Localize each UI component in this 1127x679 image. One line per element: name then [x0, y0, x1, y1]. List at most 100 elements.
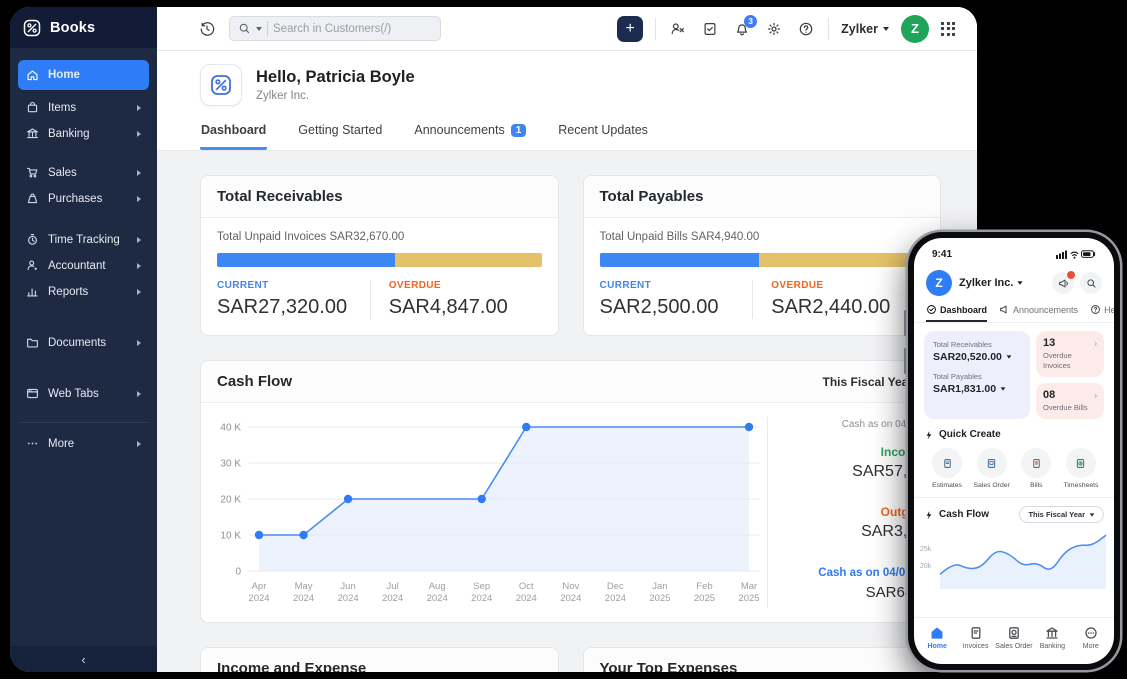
quick-create-bills[interactable]: Bills [1015, 448, 1057, 489]
gear-icon [766, 21, 782, 37]
phone-nav-more[interactable]: More [1072, 626, 1110, 650]
org-logo-box [200, 64, 242, 106]
submenu-arrow-icon [137, 170, 141, 176]
phone-announcements-button[interactable] [1052, 272, 1074, 294]
refer-users-button[interactable] [668, 19, 688, 39]
quick-create-button[interactable]: + [617, 16, 643, 42]
quick-create-timesheets[interactable]: Timesheets [1060, 448, 1102, 489]
bank-icon [1045, 626, 1059, 640]
svg-text:2025: 2025 [649, 593, 670, 604]
sidebar-item-banking[interactable]: Banking [18, 121, 149, 146]
overdue-bills-label: Overdue Bills [1043, 403, 1097, 413]
folder-icon [26, 336, 39, 349]
tab-recent-updates[interactable]: Recent Updates [557, 114, 649, 150]
svg-text:2024: 2024 [560, 593, 581, 604]
overdue-invoices-card[interactable]: 13 › Overdue Invoices [1036, 331, 1104, 377]
current-label: CURRENT [600, 280, 753, 291]
search-box[interactable] [229, 16, 441, 41]
sidebar-header: Books [10, 7, 157, 48]
collapse-chevron-icon: ‹ [81, 652, 85, 667]
search-separator [267, 21, 268, 36]
receivables-value-dropdown[interactable]: SAR20,520.00 [933, 351, 1021, 363]
phone-search-button[interactable] [1080, 272, 1102, 294]
accountant-icon [26, 259, 39, 272]
sidebar-item-sales[interactable]: Sales [18, 160, 149, 185]
sidebar-item-reports[interactable]: Reports [18, 279, 149, 304]
phone-fiscal-year-dropdown[interactable]: This Fiscal Year [1019, 506, 1104, 523]
notifications-button[interactable]: 3 [732, 19, 752, 39]
search-input[interactable] [273, 23, 432, 35]
pouch-icon [26, 192, 39, 205]
timesheet-icon [1075, 458, 1086, 469]
svg-text:2024: 2024 [516, 593, 537, 604]
phone-nav-home[interactable]: Home [918, 626, 956, 650]
svg-text:25k: 25k [920, 546, 932, 553]
organization-dropdown[interactable]: Zylker [841, 22, 889, 36]
phone-nav-invoices[interactable]: Invoices [957, 626, 995, 650]
sidebar-item-documents[interactable]: Documents [18, 330, 149, 355]
megaphone-icon [1058, 278, 1069, 289]
svg-text:Aug: Aug [429, 581, 446, 592]
dashboard-content: Total Receivables Total Unpaid Invoices … [157, 151, 977, 672]
user-avatar[interactable]: Z [901, 15, 929, 43]
sidebar-item-more[interactable]: More [18, 431, 149, 456]
payables-progress-bar [600, 253, 925, 267]
svg-text:40 K: 40 K [220, 423, 241, 434]
sidebar-item-label: Accountant [48, 260, 106, 272]
payables-value-dropdown[interactable]: SAR1,831.00 [933, 383, 1021, 395]
sidebar-item-home[interactable]: Home [18, 60, 149, 90]
phone-summary-cards: Total Receivables SAR20,520.00 Total Pay… [914, 323, 1114, 425]
clipboard-check-icon [702, 21, 718, 37]
tab-getting-started[interactable]: Getting Started [297, 114, 383, 150]
lightning-icon [924, 510, 934, 520]
chevron-right-icon: › [1094, 391, 1097, 400]
svg-text:2024: 2024 [382, 593, 403, 604]
tab-announcements[interactable]: Announcements 1 [413, 114, 527, 150]
sidebar-item-accountant[interactable]: Accountant [18, 253, 149, 278]
svg-text:Nov: Nov [562, 581, 579, 592]
sidebar-item-purchases[interactable]: Purchases [18, 186, 149, 211]
svg-text:Jun: Jun [340, 581, 355, 592]
tab-dashboard[interactable]: Dashboard [200, 114, 267, 150]
status-time: 9:41 [932, 249, 952, 260]
phone-totals-card: Total Receivables SAR20,520.00 Total Pay… [924, 331, 1030, 419]
chevron-down-icon [883, 27, 889, 31]
help-button[interactable] [796, 19, 816, 39]
phone-tab-dashboard[interactable]: Dashboard [926, 304, 987, 322]
sidebar-collapse-button[interactable]: ‹ [10, 646, 157, 672]
svg-text:Feb: Feb [696, 581, 712, 592]
sidebar-item-web-tabs[interactable]: Web Tabs [18, 381, 149, 406]
sidebar-item-label: Items [48, 102, 76, 114]
svg-text:Apr: Apr [252, 581, 267, 592]
stopwatch-icon [26, 233, 39, 246]
svg-text:2024: 2024 [605, 593, 626, 604]
overdue-bills-card[interactable]: 08 › Overdue Bills [1036, 383, 1104, 419]
apps-grid-icon[interactable] [941, 22, 955, 36]
sidebar-item-time-tracking[interactable]: Time Tracking [18, 227, 149, 252]
card-title: Total Receivables [201, 176, 558, 218]
quick-create-estimates[interactable]: Estimates [926, 448, 968, 489]
search-scope-dropdown-icon[interactable] [256, 27, 262, 31]
books-logo-icon [209, 73, 233, 97]
quick-create-sales-order[interactable]: Sales Order [971, 448, 1013, 489]
bill-doc-icon [1031, 458, 1042, 469]
sidebar-item-label: More [48, 438, 74, 450]
svg-text:Oct: Oct [519, 581, 534, 592]
svg-text:2025: 2025 [694, 593, 715, 604]
phone-org-avatar[interactable]: Z [926, 270, 952, 296]
phone-nav-sales-order[interactable]: Sales Order [995, 626, 1033, 650]
phone-cash-flow-chart: 25k20k [914, 523, 1114, 594]
phone-quick-create: Quick Create Estimates Sales Order Bills [914, 425, 1114, 498]
phone-nav-banking[interactable]: Banking [1033, 626, 1071, 650]
home-icon [930, 626, 944, 640]
phone-tab-announcements[interactable]: Announcements [999, 304, 1078, 322]
books-logo-icon [22, 18, 42, 38]
sidebar-item-items[interactable]: Items [18, 95, 149, 120]
browser-icon [26, 387, 39, 400]
submenu-arrow-icon [137, 441, 141, 447]
recent-activities-button[interactable] [197, 19, 217, 39]
phone-org-dropdown[interactable]: Zylker Inc. [959, 277, 1023, 289]
settings-button[interactable] [764, 19, 784, 39]
phone-tab-help[interactable]: Help [1090, 304, 1114, 322]
tasks-button[interactable] [700, 19, 720, 39]
